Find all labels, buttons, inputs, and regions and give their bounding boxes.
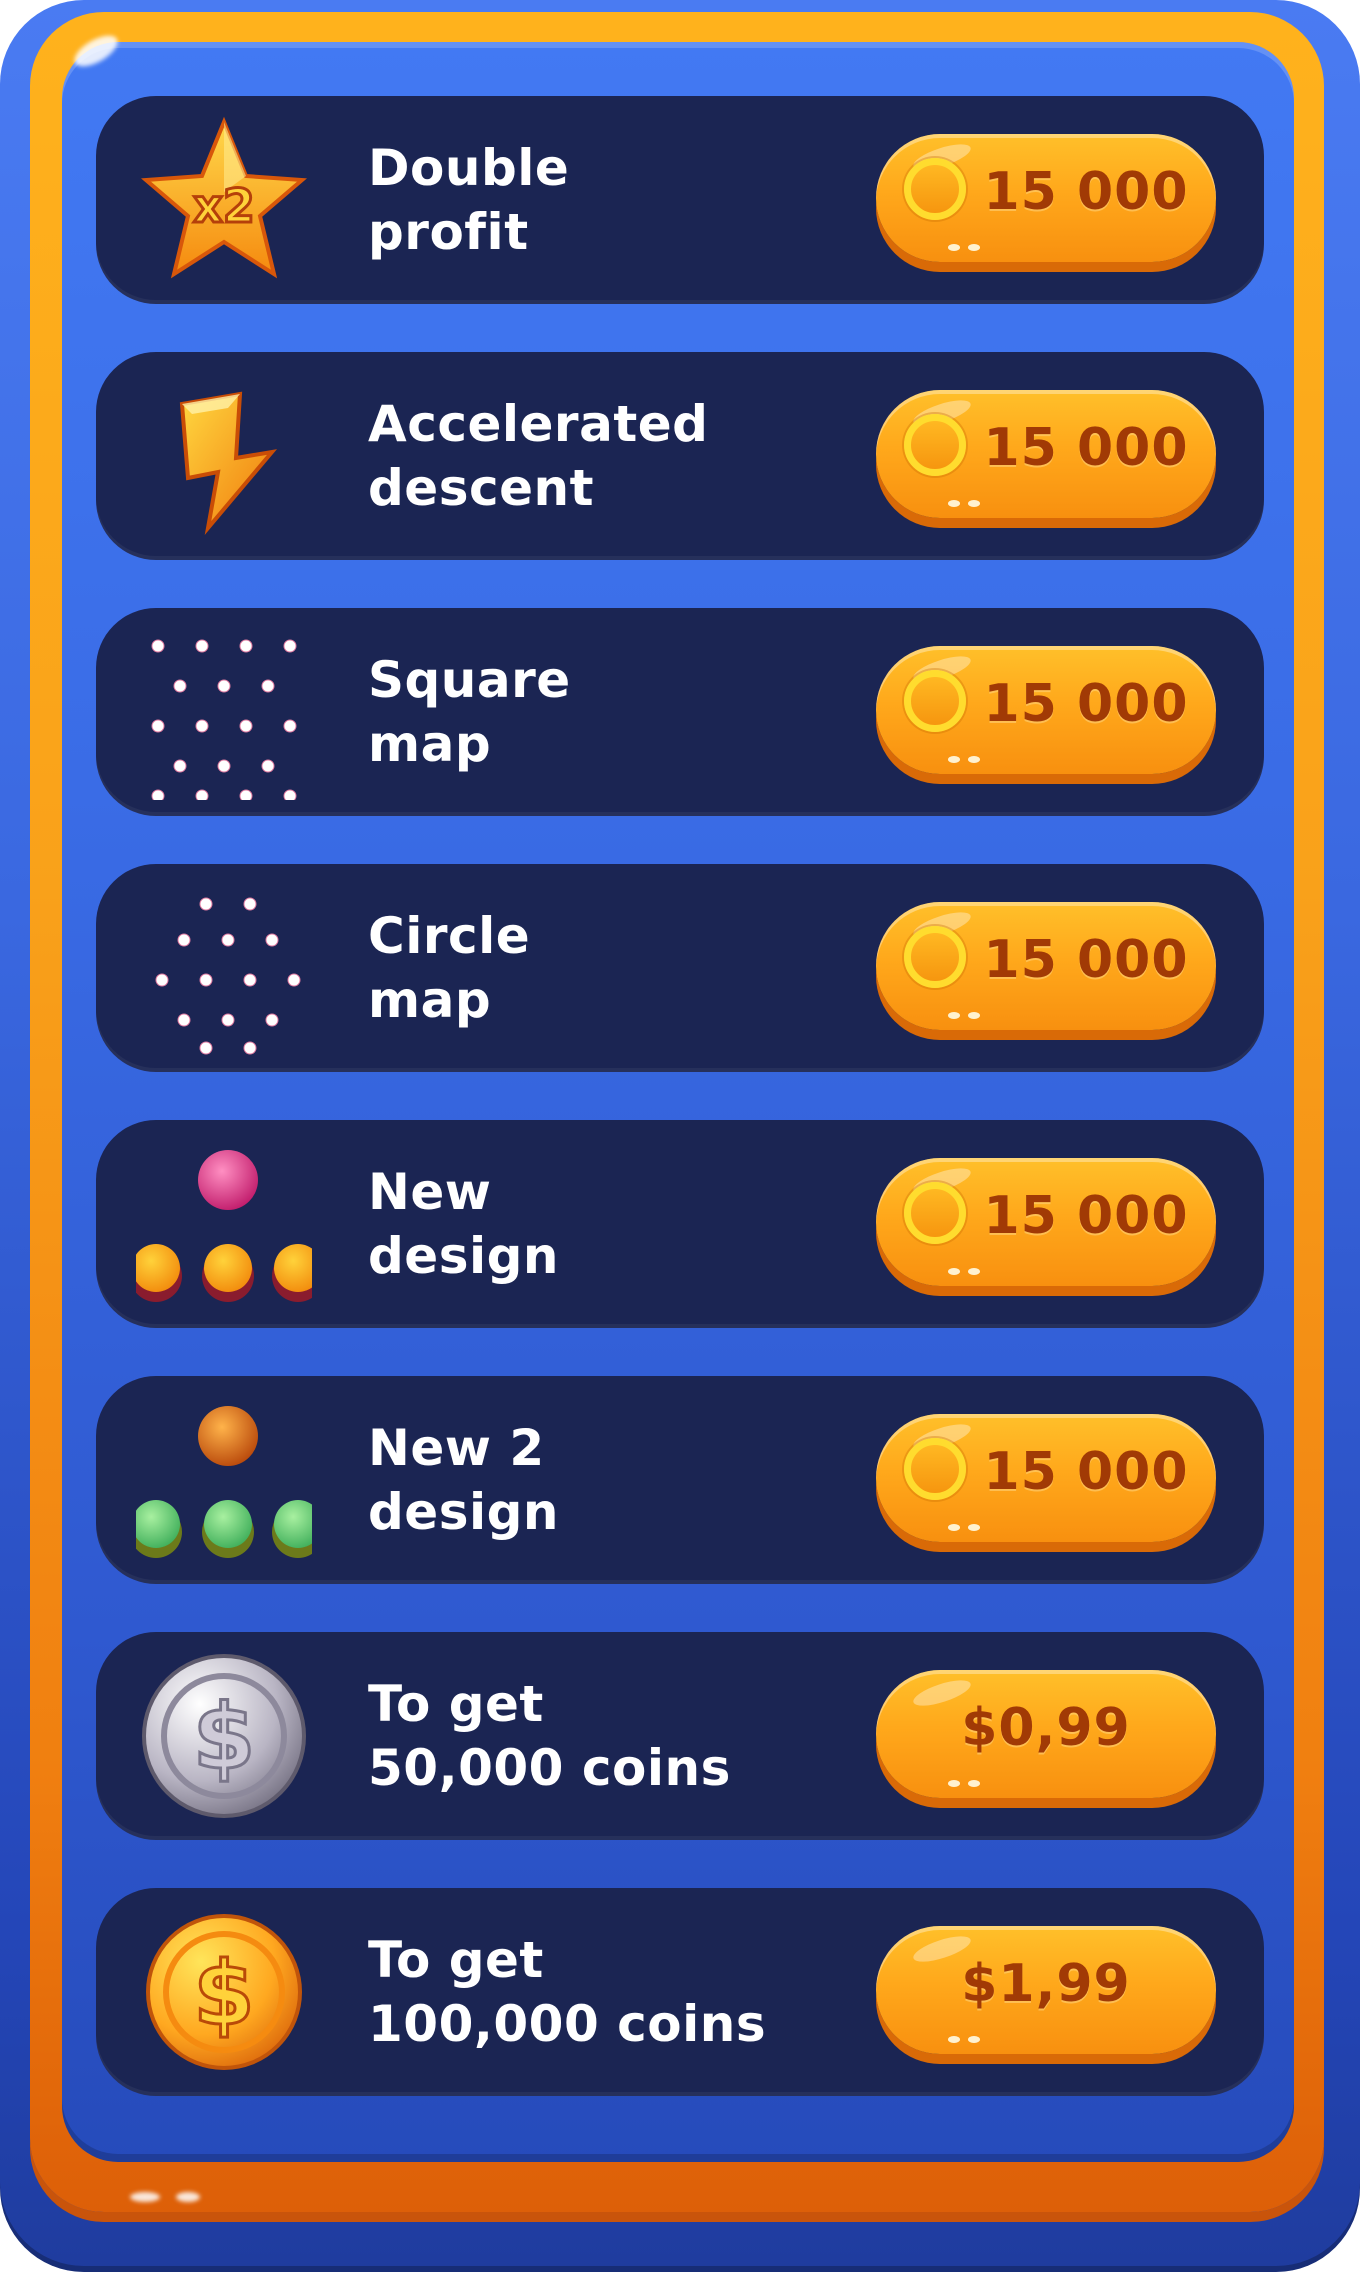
lightning-bolt-icon [136,368,312,544]
coin-icon [904,414,966,476]
shop-item-double-profit: x2 Double profit 15 000 [96,96,1264,304]
buy-accelerated-descent-button[interactable]: 15 000 [876,390,1216,518]
price-label: 15 000 [983,162,1189,222]
coin-icon [904,1182,966,1244]
buy-square-map-button[interactable]: 15 000 [876,646,1216,774]
coin-icon [904,158,966,220]
shop-item-new-design: New design 15 000 [96,1120,1264,1328]
shop-item-square-map: Square map 15 000 [96,608,1264,816]
item-label: To get 100,000 coins [368,1931,767,2053]
shop-item-circle-map: Circle map 15 000 [96,864,1264,1072]
item-label: New 2 design [368,1419,559,1541]
price-label: 15 000 [983,1442,1189,1502]
svg-text:$: $ [193,1685,256,1790]
frame-shine [176,2192,200,2202]
price-label: 15 000 [983,418,1189,478]
frame-shine [130,2192,160,2202]
buy-new-2-design-button[interactable]: 15 000 [876,1414,1216,1542]
silver-dollar-coin-icon: $ [136,1648,312,1824]
item-label: Circle map [368,907,531,1029]
price-label: 15 000 [983,674,1189,734]
buy-100000-coins-button[interactable]: $1,99 [876,1926,1216,2054]
coin-icon [904,926,966,988]
coin-icon [904,1438,966,1500]
price-label: $1,99 [961,1954,1131,2014]
item-label: Accelerated descent [368,395,709,517]
shop-item-accelerated-descent: Accelerated descent 15 000 [96,352,1264,560]
coin-icon [904,670,966,732]
shop-item-50000-coins: $ To get 50,000 coins $0,99 [96,1632,1264,1840]
shop-item-100000-coins: $ To get 100,000 coins $1,99 [96,1888,1264,2096]
shop-item-new-2-design: New 2 design 15 000 [96,1376,1264,1584]
buy-50000-coins-button[interactable]: $0,99 [876,1670,1216,1798]
item-label: To get 50,000 coins [368,1675,731,1797]
square-dot-grid-icon [136,624,312,803]
buy-circle-map-button[interactable]: 15 000 [876,902,1216,1030]
buy-double-profit-button[interactable]: 15 000 [876,134,1216,262]
price-label: $0,99 [961,1698,1131,1758]
item-label: Square map [368,651,571,773]
item-label: Double profit [368,139,570,261]
gold-dollar-coin-icon: $ [136,1904,312,2080]
orange-green-balls-icon [130,1392,324,1568]
item-label: New design [368,1163,559,1285]
price-label: 15 000 [983,1186,1189,1246]
svg-text:x2: x2 [193,179,255,233]
x2-star-icon: x2 [136,112,312,288]
buy-new-design-button[interactable]: 15 000 [876,1158,1216,1286]
pink-orange-balls-icon [130,1136,324,1312]
circle-dot-grid-icon [136,880,312,1056]
price-label: 15 000 [983,930,1189,990]
svg-text:$: $ [193,1942,254,2045]
